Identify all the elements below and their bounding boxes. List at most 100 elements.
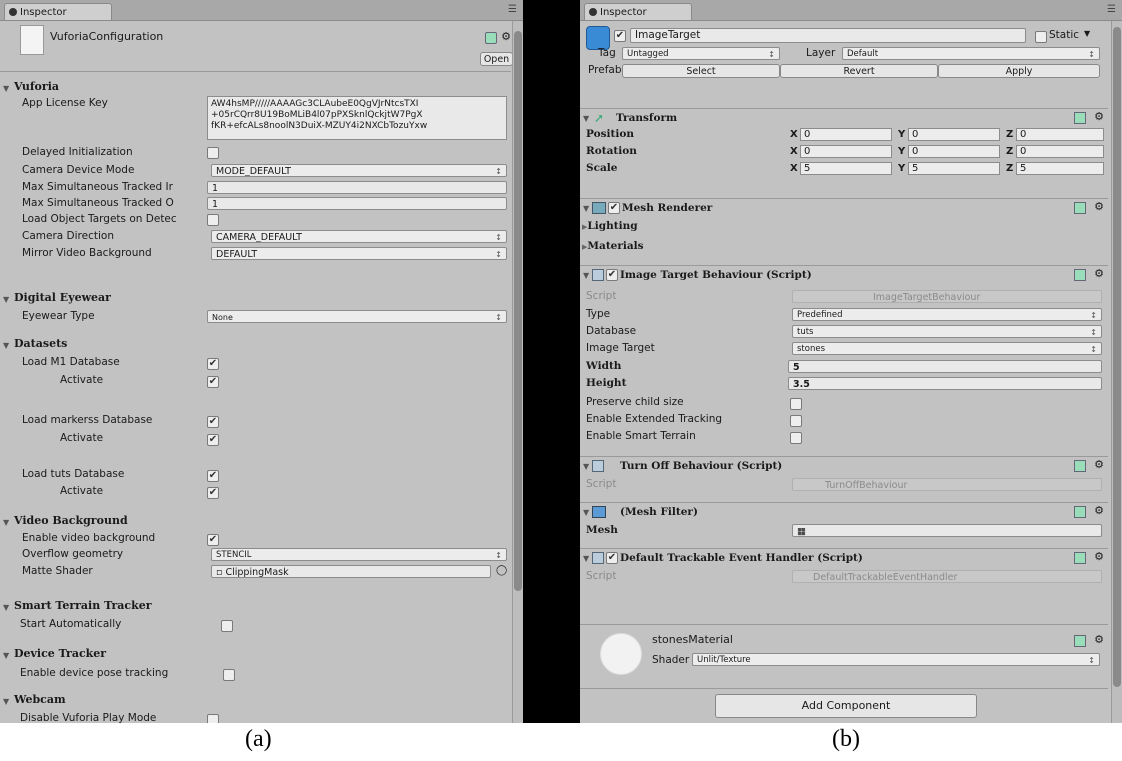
scale-z-field[interactable]: 5 — [1016, 162, 1104, 175]
foldout-arrow-icon[interactable]: ▼ — [3, 651, 9, 660]
camera-device-mode-dropdown[interactable]: MODE_DEFAULT — [211, 164, 507, 177]
height-field[interactable]: 3.5 — [788, 377, 1102, 390]
prefab-apply-button[interactable]: Apply — [938, 64, 1100, 78]
gear-icon[interactable]: ⚙ — [1094, 200, 1104, 213]
foldout-arrow-icon[interactable]: ▼ — [583, 462, 589, 471]
foldout-arrow-icon[interactable]: ▼ — [3, 518, 9, 527]
mirror-video-bg-dropdown[interactable]: DEFAULT — [211, 247, 507, 260]
section-datasets[interactable]: Datasets — [14, 337, 67, 350]
foldout-arrow-icon[interactable]: ▼ — [583, 508, 589, 517]
scrollbar[interactable] — [512, 21, 523, 723]
dteh-enabled-checkbox[interactable]: ✔ — [606, 552, 618, 564]
load-object-targets-checkbox[interactable] — [207, 214, 219, 226]
lighting-foldout[interactable]: ▶Lighting — [582, 220, 638, 232]
help-icon[interactable] — [1074, 112, 1086, 124]
pos-y-field[interactable]: 0 — [908, 128, 1000, 141]
max-tracked-objects-field[interactable]: 1 — [207, 197, 507, 210]
gear-icon[interactable]: ⚙ — [1094, 550, 1104, 563]
rot-x-field[interactable]: 0 — [800, 145, 892, 158]
gear-icon[interactable]: ⚙ — [1094, 504, 1104, 517]
load-m1-db-checkbox[interactable]: ✔ — [207, 358, 219, 370]
gear-icon[interactable]: ⚙ — [1094, 110, 1104, 123]
image-target-behaviour-header[interactable]: ▼ ✔ Image Target Behaviour (Script) ⚙ — [580, 265, 1108, 284]
type-dropdown[interactable]: Predefined — [792, 308, 1102, 321]
gear-icon[interactable]: ⚙ — [1094, 458, 1104, 471]
scale-x-field[interactable]: 5 — [800, 162, 892, 175]
help-icon[interactable] — [1074, 202, 1086, 214]
foldout-arrow-icon[interactable]: ▼ — [583, 554, 589, 563]
pos-z-field[interactable]: 0 — [1016, 128, 1104, 141]
markerss-activate-checkbox[interactable]: ✔ — [207, 434, 219, 446]
static-dropdown-icon[interactable]: ▼ — [1084, 29, 1090, 38]
smart-terrain-checkbox[interactable] — [790, 432, 802, 444]
inspector-tab[interactable]: Inspector — [584, 3, 692, 20]
help-icon[interactable] — [1074, 506, 1086, 518]
load-markerss-db-checkbox[interactable]: ✔ — [207, 416, 219, 428]
gear-icon[interactable]: ⚙ — [1094, 267, 1104, 280]
layer-dropdown[interactable]: Default — [842, 47, 1100, 60]
prefab-select-button[interactable]: Select — [622, 64, 780, 78]
mesh-renderer-header[interactable]: ▼ ✔ Mesh Renderer ⚙ — [580, 198, 1108, 217]
preserve-child-checkbox[interactable] — [790, 398, 802, 410]
scrollbar[interactable] — [1111, 21, 1122, 723]
dteh-header[interactable]: ▼ ✔ Default Trackable Event Handler (Scr… — [580, 548, 1108, 567]
disable-play-mode-checkbox[interactable] — [207, 714, 219, 723]
extended-tracking-checkbox[interactable] — [790, 415, 802, 427]
eyewear-type-dropdown[interactable]: None — [207, 310, 507, 323]
foldout-arrow-icon[interactable]: ▼ — [3, 341, 9, 350]
help-icon[interactable] — [1074, 460, 1086, 472]
gear-icon[interactable]: ⚙ — [1094, 633, 1104, 646]
active-checkbox[interactable]: ✔ — [614, 30, 626, 42]
inspector-tab[interactable]: Inspector — [4, 3, 112, 20]
database-dropdown[interactable]: tuts — [792, 325, 1102, 338]
load-tuts-db-checkbox[interactable]: ✔ — [207, 470, 219, 482]
tuts-activate-checkbox[interactable]: ✔ — [207, 487, 219, 499]
rot-z-field[interactable]: 0 — [1016, 145, 1104, 158]
scrollbar-thumb[interactable] — [514, 31, 522, 591]
app-license-key-field[interactable]: AW4hsMP/////AAAAGc3CLAubeE0QgVJrNtcsTXI … — [207, 96, 507, 140]
delayed-init-checkbox[interactable] — [207, 147, 219, 159]
foldout-arrow-icon[interactable]: ▼ — [3, 603, 9, 612]
section-device-tracker[interactable]: Device Tracker — [14, 647, 106, 660]
section-vuforia[interactable]: Vuforia — [14, 80, 59, 93]
open-button[interactable]: Open — [480, 52, 513, 66]
add-component-button[interactable]: Add Component — [715, 694, 977, 718]
foldout-arrow-icon[interactable]: ▼ — [583, 114, 589, 123]
section-digital-eyewear[interactable]: Digital Eyewear — [14, 291, 111, 304]
scrollbar-thumb[interactable] — [1113, 27, 1121, 687]
start-automatically-checkbox[interactable] — [221, 620, 233, 632]
max-tracked-images-field[interactable]: 1 — [207, 181, 507, 194]
help-icon[interactable] — [1074, 269, 1086, 281]
m1-activate-checkbox[interactable]: ✔ — [207, 376, 219, 388]
width-field[interactable]: 5 — [788, 360, 1102, 373]
foldout-arrow-icon[interactable]: ▼ — [3, 295, 9, 304]
materials-foldout[interactable]: ▶Materials — [582, 240, 644, 252]
image-target-dropdown[interactable]: stones — [792, 342, 1102, 355]
overflow-geometry-dropdown[interactable]: STENCIL — [211, 548, 507, 561]
matte-shader-field[interactable]: ▫ ClippingMask — [211, 565, 491, 578]
mesh-filter-header[interactable]: ▼ (Mesh Filter) ⚙ — [580, 502, 1108, 521]
mesh-field[interactable]: ▦ — [792, 524, 1102, 537]
help-icon[interactable] — [485, 32, 497, 44]
foldout-arrow-icon[interactable]: ▼ — [3, 697, 9, 706]
prefab-revert-button[interactable]: Revert — [780, 64, 938, 78]
camera-direction-dropdown[interactable]: CAMERA_DEFAULT — [211, 230, 507, 243]
section-smart-terrain[interactable]: Smart Terrain Tracker — [14, 599, 151, 612]
help-icon[interactable] — [1074, 552, 1086, 564]
section-webcam[interactable]: Webcam — [14, 693, 66, 706]
foldout-arrow-icon[interactable]: ▼ — [583, 271, 589, 280]
mesh-renderer-enabled-checkbox[interactable]: ✔ — [608, 202, 620, 214]
foldout-arrow-icon[interactable]: ▼ — [3, 84, 9, 93]
object-name-field[interactable]: ImageTarget — [630, 28, 1026, 43]
help-icon[interactable] — [1074, 635, 1086, 647]
gear-icon[interactable]: ⚙ — [501, 30, 511, 43]
shader-dropdown[interactable]: Unlit/Texture — [692, 653, 1100, 666]
foldout-arrow-icon[interactable]: ▼ — [583, 204, 589, 213]
enable-video-bg-checkbox[interactable]: ✔ — [207, 534, 219, 546]
tab-menu-icon[interactable]: ☰ — [508, 4, 517, 15]
pos-x-field[interactable]: 0 — [800, 128, 892, 141]
itb-enabled-checkbox[interactable]: ✔ — [606, 269, 618, 281]
transform-header[interactable]: ▼ ➚ Transform ⚙ — [580, 108, 1108, 127]
object-picker-icon[interactable]: ◯ — [496, 565, 507, 576]
tab-menu-icon[interactable]: ☰ — [1107, 4, 1116, 15]
